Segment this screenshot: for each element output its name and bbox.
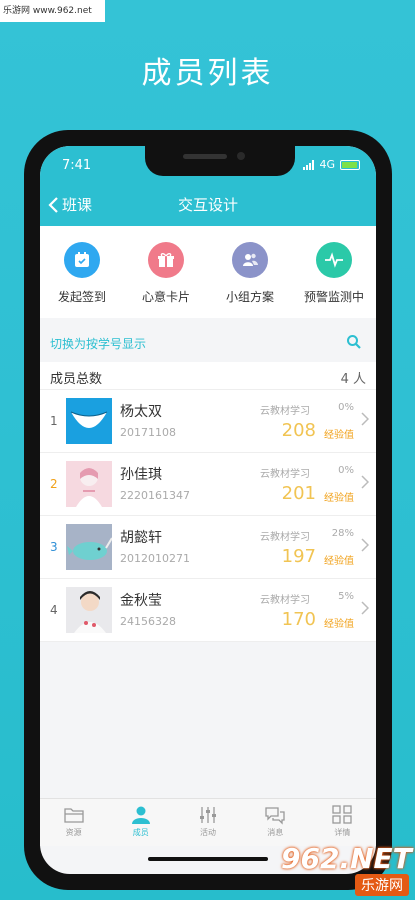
site-logo-watermark: 962.NET 乐游网 — [281, 842, 412, 896]
member-id: 24156328 — [120, 615, 176, 628]
member-progress: 5% — [338, 591, 354, 602]
tab-label: 消息 — [267, 828, 284, 837]
tab-activities[interactable]: 活动 — [174, 799, 241, 846]
member-exp-label: 经验值 — [324, 430, 354, 441]
status-time: 7:41 — [62, 158, 92, 173]
tab-members[interactable]: 成员 — [107, 799, 174, 846]
chevron-right-icon — [361, 475, 369, 489]
quick-action-label: 心意卡片 — [141, 290, 190, 304]
member-name: 杨太双 — [120, 404, 162, 420]
status-indicators: 4G — [303, 158, 360, 171]
back-label: 班课 — [62, 196, 93, 214]
switch-display-row[interactable]: 切换为按学号显示 — [40, 324, 376, 362]
member-rank: 4 — [50, 603, 58, 617]
member-progress: 0% — [338, 402, 354, 413]
tab-label: 活动 — [200, 828, 216, 837]
tab-label: 详情 — [334, 828, 351, 837]
folder-icon — [63, 808, 84, 823]
member-source: 云教材学习 — [260, 595, 310, 606]
member-count-label: 成员总数 — [50, 372, 103, 387]
member-source: 云教材学习 — [260, 532, 310, 543]
chevron-right-icon — [361, 538, 369, 552]
network-label: 4G — [319, 158, 335, 171]
back-button[interactable]: 班课 — [48, 194, 92, 215]
member-list: 1 杨太双 20171108 云教材学习 0% 208 经验值 2 孙佳琪 22… — [40, 390, 376, 642]
site-watermark: 乐游网 www.962.net — [0, 0, 105, 22]
member-source: 云教材学习 — [260, 406, 310, 417]
member-count-value: 4 人 — [340, 372, 366, 387]
group-icon — [232, 242, 268, 278]
avatar — [66, 461, 112, 507]
quick-action-checkin[interactable]: 发起签到 — [40, 226, 124, 318]
member-exp-value: 197 — [281, 546, 316, 567]
member-exp-label: 经验值 — [324, 493, 354, 504]
quick-action-label: 预警监测中 — [303, 290, 364, 304]
promo-title: 成员列表 — [141, 56, 274, 91]
quick-action-monitor[interactable]: 预警监测中 — [292, 226, 376, 318]
tab-label: 成员 — [132, 828, 149, 837]
logo-text: 962.NET — [281, 842, 412, 875]
tab-label: 资源 — [65, 828, 82, 837]
quick-action-card[interactable]: 心意卡片 — [124, 226, 208, 318]
signal-icon — [303, 159, 315, 170]
battery-icon — [340, 159, 360, 170]
list-item[interactable]: 3 胡懿轩 2012010271 云教材学习 28% 197 经验值 — [40, 516, 376, 579]
avatar — [66, 587, 112, 633]
member-count-row: 成员总数 4 人 — [40, 362, 376, 390]
sliders-icon — [200, 807, 216, 823]
member-exp-label: 经验值 — [324, 619, 354, 630]
member-id: 2220161347 — [120, 489, 190, 502]
app-screen: 7:41 4G 班课 交互设计 发起签到 心意卡片 小组方案 预警监测中 切换为… — [40, 146, 376, 874]
logo-subtext: 乐游网 — [355, 874, 409, 896]
list-item[interactable]: 1 杨太双 20171108 云教材学习 0% 208 经验值 — [40, 390, 376, 453]
quick-action-label: 发起签到 — [57, 290, 106, 304]
quick-action-label: 小组方案 — [225, 290, 274, 304]
tab-messages[interactable]: 消息 — [242, 799, 309, 846]
member-rank: 1 — [50, 414, 58, 428]
chevron-left-icon — [48, 196, 58, 213]
grid-icon — [332, 805, 353, 824]
avatar — [66, 398, 112, 444]
search-icon[interactable] — [346, 334, 362, 350]
bottom-tab-bar: 资源 成员 活动 消息 详情 — [40, 798, 376, 846]
member-id: 2012010271 — [120, 552, 190, 565]
list-item[interactable]: 2 孙佳琪 2220161347 云教材学习 0% 201 经验值 — [40, 453, 376, 516]
gift-icon — [148, 242, 184, 278]
member-id: 20171108 — [120, 426, 176, 439]
member-progress: 28% — [331, 528, 354, 539]
member-name: 金秋莹 — [120, 593, 162, 609]
switch-display-link[interactable]: 切换为按学号显示 — [50, 335, 146, 352]
tab-resources[interactable]: 资源 — [40, 799, 107, 846]
member-name: 胡懿轩 — [120, 530, 162, 546]
member-exp-label: 经验值 — [324, 556, 354, 567]
home-indicator — [148, 857, 268, 861]
member-name: 孙佳琪 — [120, 467, 162, 483]
pulse-icon — [316, 242, 352, 278]
person-icon — [131, 806, 150, 824]
member-progress: 0% — [338, 465, 354, 476]
chevron-right-icon — [361, 412, 369, 426]
member-source: 云教材学习 — [260, 469, 310, 480]
quick-action-group[interactable]: 小组方案 — [208, 226, 292, 318]
avatar — [66, 524, 112, 570]
calendar-icon — [64, 242, 100, 278]
list-item[interactable]: 4 金秋莹 24156328 云教材学习 5% 170 经验值 — [40, 579, 376, 642]
member-rank: 3 — [50, 540, 58, 554]
chat-icon — [265, 807, 285, 825]
chevron-right-icon — [361, 601, 369, 615]
member-exp-value: 170 — [281, 609, 316, 630]
member-rank: 2 — [50, 477, 58, 491]
member-exp-value: 201 — [281, 483, 316, 504]
phone-notch — [145, 146, 295, 176]
member-exp-value: 208 — [281, 420, 316, 441]
quick-actions: 发起签到 心意卡片 小组方案 预警监测中 — [40, 226, 376, 318]
tab-details[interactable]: 详情 — [309, 799, 376, 846]
